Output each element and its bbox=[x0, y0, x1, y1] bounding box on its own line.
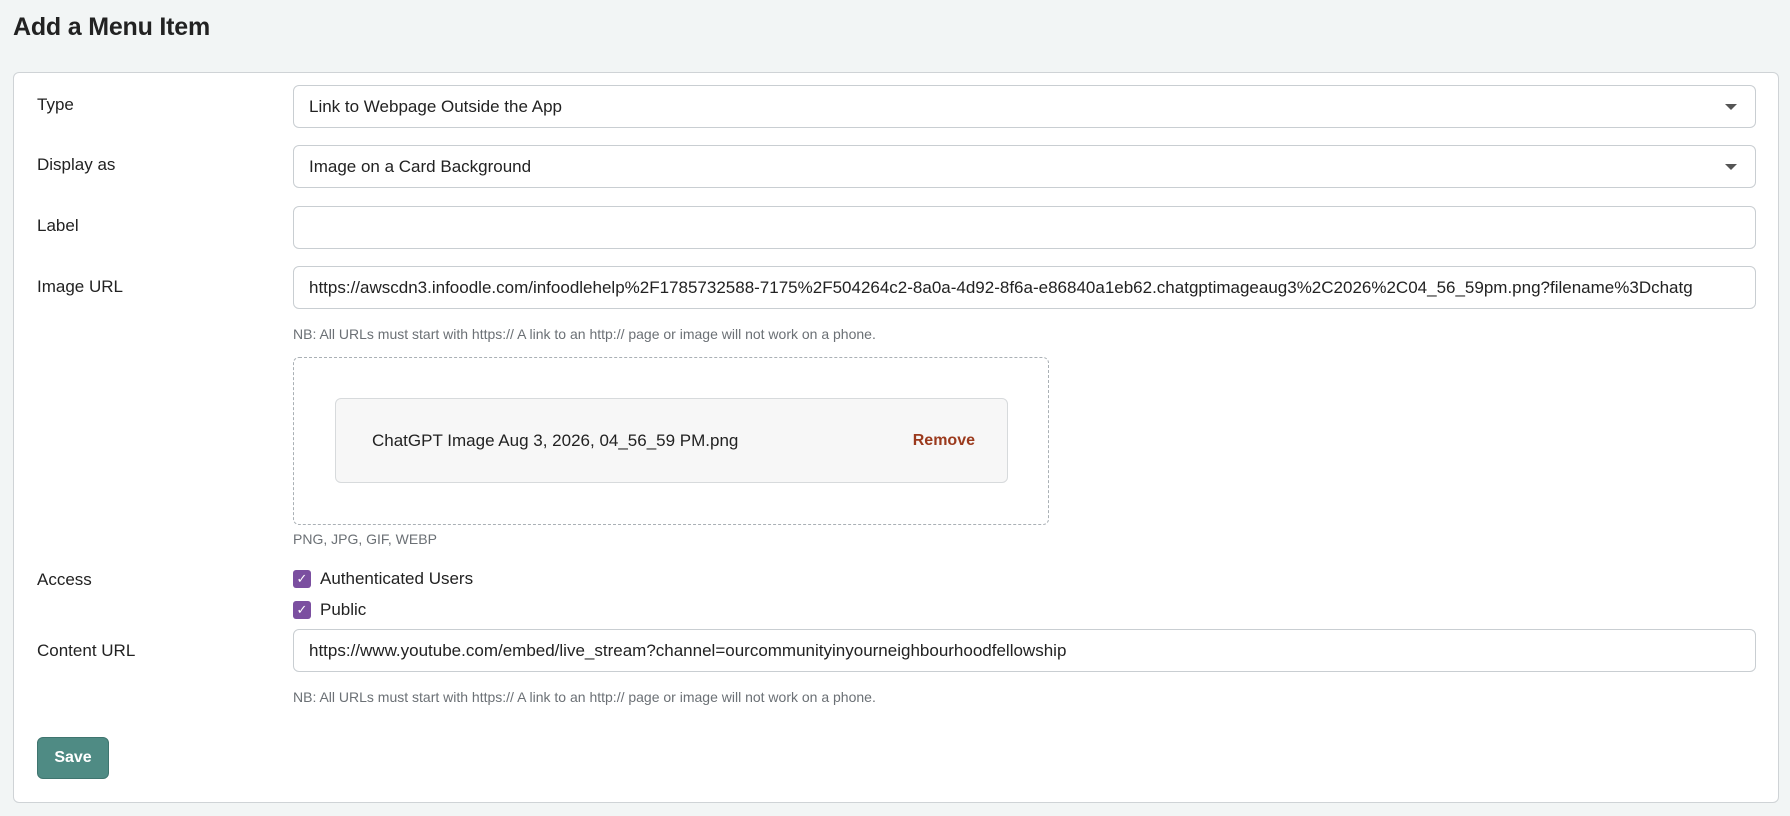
access-option-label: Public bbox=[320, 600, 367, 619]
type-select-value: Link to Webpage Outside the App bbox=[309, 96, 562, 116]
chevron-down-icon bbox=[1725, 163, 1737, 170]
checkmark-icon[interactable]: ✓ bbox=[293, 570, 311, 588]
image-url-hint: NB: All URLs must start with https:// A … bbox=[293, 326, 876, 342]
uploaded-file: ChatGPT Image Aug 3, 2026, 04_56_59 PM.p… bbox=[335, 398, 1008, 483]
access-option-public[interactable]: ✓ Public bbox=[293, 600, 366, 620]
page-title: Add a Menu Item bbox=[13, 13, 211, 41]
display-as-select[interactable]: Image on a Card Background bbox=[293, 145, 1756, 188]
access-option-label: Authenticated Users bbox=[320, 569, 474, 588]
display-as-select-value: Image on a Card Background bbox=[309, 156, 532, 176]
image-url-input-value: https://awscdn3.infoodle.com/infoodlehel… bbox=[309, 277, 1693, 297]
remove-file-button[interactable]: Remove bbox=[913, 432, 975, 450]
content-url-hint: NB: All URLs must start with https:// A … bbox=[293, 689, 876, 705]
save-button[interactable]: Save bbox=[37, 737, 109, 779]
image-url-label: Image URL bbox=[37, 277, 123, 296]
menu-item-form: Type Link to Webpage Outside the App Dis… bbox=[13, 72, 1779, 803]
image-dropzone[interactable]: ChatGPT Image Aug 3, 2026, 04_56_59 PM.p… bbox=[293, 357, 1049, 525]
content-url-input[interactable]: https://www.youtube.com/embed/live_strea… bbox=[293, 629, 1756, 672]
label-label: Label bbox=[37, 216, 79, 235]
checkmark-icon[interactable]: ✓ bbox=[293, 601, 311, 619]
access-label: Access bbox=[37, 570, 92, 589]
allowed-formats-hint: PNG, JPG, GIF, WEBP bbox=[293, 531, 437, 547]
label-input[interactable] bbox=[293, 206, 1756, 249]
image-url-input[interactable]: https://awscdn3.infoodle.com/infoodlehel… bbox=[293, 266, 1756, 309]
chevron-down-icon bbox=[1725, 103, 1737, 110]
type-select[interactable]: Link to Webpage Outside the App bbox=[293, 85, 1756, 128]
display-as-label: Display as bbox=[37, 155, 116, 174]
content-url-label: Content URL bbox=[37, 641, 136, 660]
content-url-input-value: https://www.youtube.com/embed/live_strea… bbox=[309, 640, 1067, 660]
uploaded-file-name: ChatGPT Image Aug 3, 2026, 04_56_59 PM.p… bbox=[372, 430, 739, 450]
access-option-authenticated-users[interactable]: ✓ Authenticated Users bbox=[293, 569, 473, 589]
type-label: Type bbox=[37, 95, 74, 114]
